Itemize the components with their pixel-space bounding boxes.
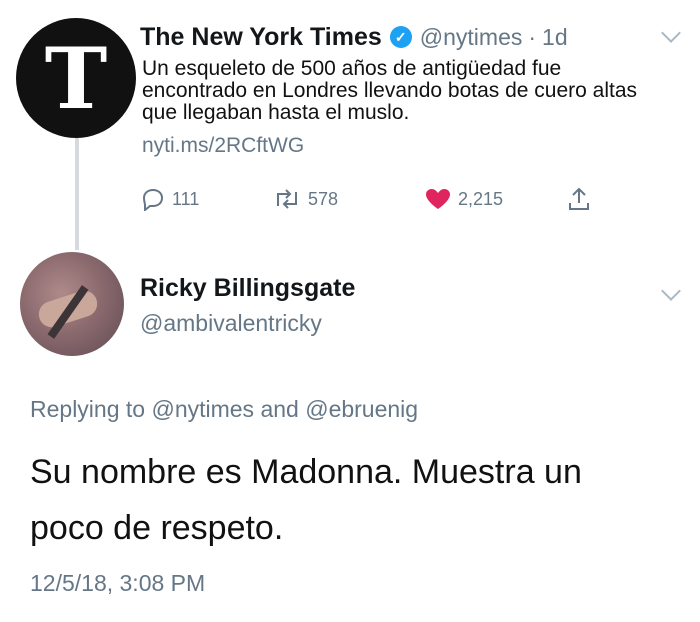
tweet-header: The New York Times ✓ @nytimes · 1d <box>140 20 568 54</box>
reply-text: Su nombre es Madonna. Muestra un poco de… <box>30 453 582 547</box>
verified-badge-icon: ✓ <box>389 26 412 48</box>
author-handle[interactable]: @nytimes <box>420 24 523 51</box>
thread-connector <box>75 124 79 250</box>
retweet-icon <box>277 189 297 209</box>
retweet-count: 578 <box>308 188 339 209</box>
like-action[interactable]: 2,215 <box>424 182 503 216</box>
separator-dot: · <box>528 23 537 50</box>
mention-link[interactable]: @ebruenig <box>305 396 418 422</box>
like-count: 2,215 <box>458 188 504 209</box>
tweet-text: Un esqueleto de 500 años de antigüedad f… <box>142 57 638 124</box>
reply-action[interactable]: 111 <box>140 182 199 216</box>
author-name[interactable]: The New York Times <box>140 23 382 52</box>
tweet-time[interactable]: 1d <box>542 24 568 51</box>
reply-author-name[interactable]: Ricky Billingsgate <box>140 274 355 303</box>
share-icon <box>569 187 589 210</box>
mention-link[interactable]: @nytimes <box>151 396 254 422</box>
nyt-logo-letter: T <box>44 28 108 128</box>
replying-label: Replying to <box>30 396 146 422</box>
retweet-action[interactable]: 578 <box>272 182 338 216</box>
reply-icon <box>142 188 164 211</box>
tweet-link[interactable]: nyti.ms/2RCftWG <box>142 134 304 158</box>
user-avatar[interactable] <box>20 252 124 356</box>
chevron-down-icon[interactable] <box>661 23 681 43</box>
share-action[interactable] <box>566 182 598 216</box>
and-label: and <box>260 396 299 422</box>
nyt-avatar[interactable]: T <box>16 18 136 138</box>
reply-timestamp[interactable]: 12/5/18, 3:08 PM <box>30 570 205 597</box>
reply-author-handle[interactable]: @ambivalentricky <box>140 310 322 337</box>
chevron-down-icon[interactable] <box>661 281 681 301</box>
replying-to: Replying to @nytimes and @ebruenig <box>30 396 418 423</box>
heart-icon <box>426 189 450 209</box>
reply-count: 111 <box>172 188 200 209</box>
